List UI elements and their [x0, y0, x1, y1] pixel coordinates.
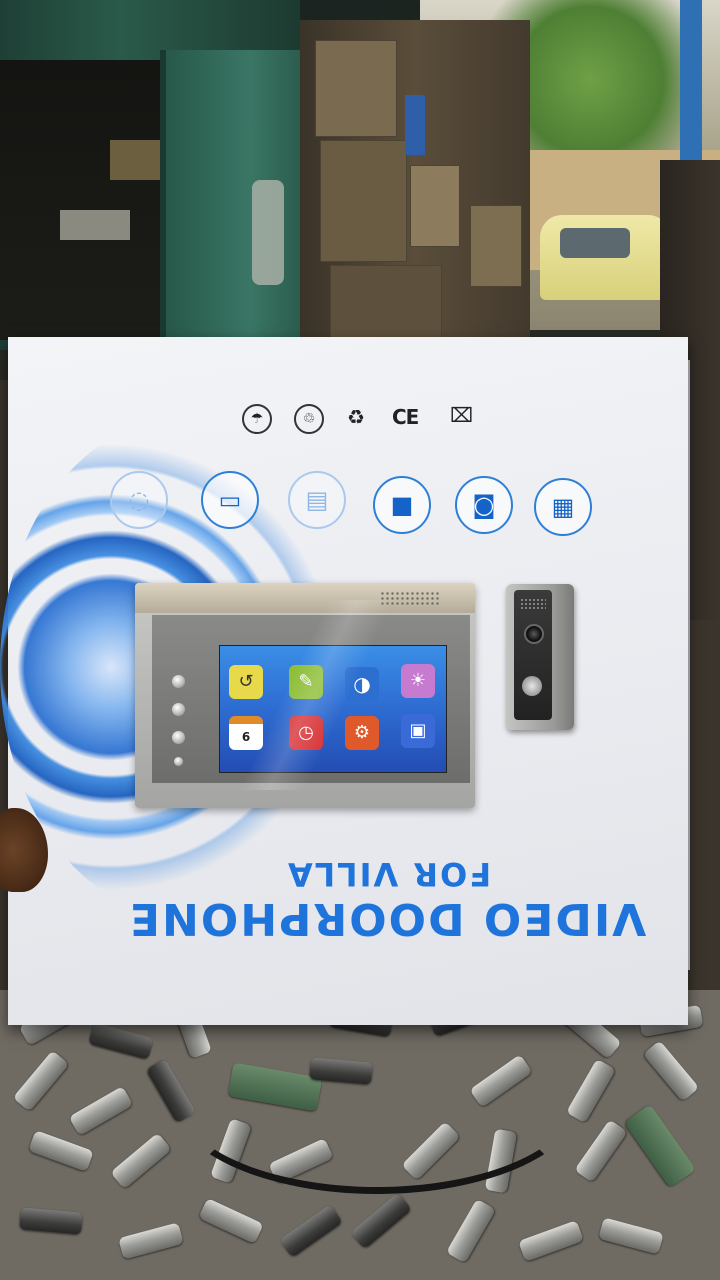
- door-patch: [252, 180, 284, 285]
- ce-mark-icon: CE: [392, 405, 419, 429]
- photo-scene: ☂ ♲ ♻ CE ⌧ ◌ ▭ ▤ ■ ◙ ▦ ↺ ✎ ◑ ☀ 6 ◷ ⚙ ▣ F…: [0, 0, 720, 1280]
- shelf-box: [60, 210, 130, 240]
- cardboard-box: [410, 165, 460, 247]
- snapshot-icon: ◌: [110, 471, 168, 529]
- car-window: [560, 228, 630, 258]
- doorbell-lens: [524, 624, 544, 644]
- no-trash-icon: ⌧: [450, 403, 474, 427]
- green-door: [160, 50, 306, 350]
- black-cable: [170, 1000, 584, 1194]
- glare: [180, 600, 460, 790]
- cardboard-box: [470, 205, 522, 287]
- cardboard-box: [320, 140, 407, 262]
- doorbell-speaker: [520, 598, 546, 610]
- shelf-box: [110, 140, 160, 180]
- box-title-line1: VIDEO DOORPHONE: [128, 893, 647, 944]
- box-title-line2: FOR VILLA: [286, 855, 492, 893]
- waterproof-icon: ☂: [242, 404, 272, 434]
- monitor-icon: ▭: [201, 471, 259, 529]
- blue-strap: [680, 0, 702, 160]
- intercom-icon: ◙: [455, 476, 513, 534]
- camera-icon: ■: [373, 476, 431, 534]
- cardboard-box: [330, 265, 442, 347]
- sd-card-icon: ▤: [288, 471, 346, 529]
- dark-shelf: [0, 60, 160, 340]
- cardboard-box: [315, 40, 397, 137]
- storage-icon: ▦: [534, 478, 592, 536]
- blue-box: [405, 95, 425, 155]
- recycle-bin-icon: ♲: [294, 404, 324, 434]
- doorbell-call-button: [522, 676, 542, 696]
- recycle-icon: ♻: [347, 405, 365, 429]
